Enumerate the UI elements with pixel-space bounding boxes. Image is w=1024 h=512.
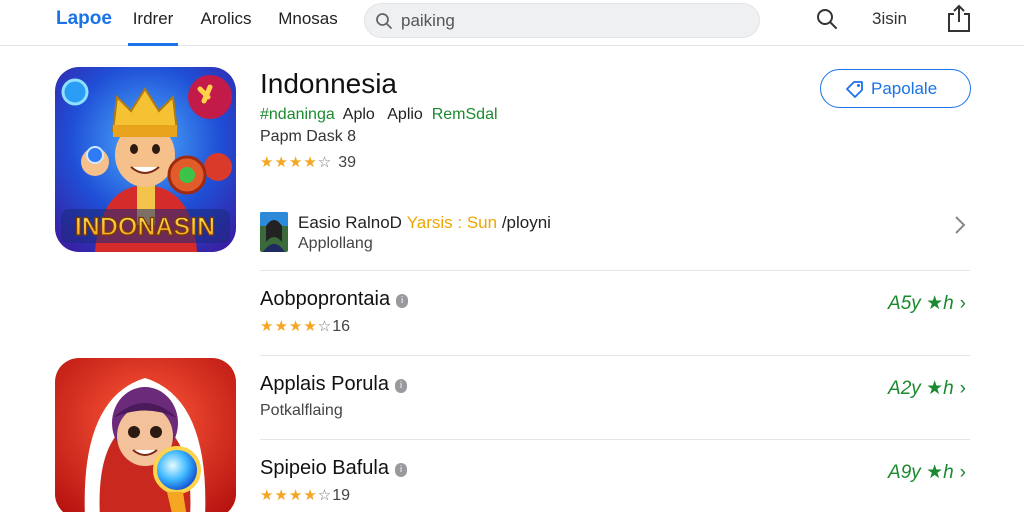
list-item-right-label[interactable]: A9y ★h › [888,461,966,484]
search-bar[interactable] [364,3,760,38]
search-icon[interactable] [815,7,839,31]
developer-highlight: Yarsis : Sun [406,213,498,232]
top-bar: Lapoe Irdrer Arolics Mnosas 3isin [0,0,1024,46]
chevron-right-icon: › [959,462,966,483]
list-item[interactable]: Spipeio Bafula i ★★★★☆19 A9y ★h › [260,457,970,512]
chevron-right-icon: › [959,378,966,399]
divider [260,355,970,356]
subtitle-text-2: Aplio [387,106,423,123]
tab-third[interactable]: Mnosas [272,9,344,46]
subtitle-tag-1[interactable]: #ndaninga [260,106,335,123]
chevron-right-icon: › [959,293,966,314]
developer-secondary: Applollang [298,235,373,252]
account-label[interactable]: 3isin [872,9,907,29]
list-item-right-label[interactable]: A5y ★h › [888,292,966,315]
tag-icon [846,81,863,98]
list-item-title: Applais Porula i [260,373,407,396]
app-developer[interactable]: Papm Dask 8 [260,128,356,146]
list-item-rating: ★★★★☆19 [260,486,351,504]
primary-action-button[interactable]: Papolale [820,69,971,108]
search-input[interactable] [401,10,741,32]
info-icon: i [394,379,407,393]
developer-name-line: Easio RalnoD Yarsis : Sun /ployni [298,213,551,233]
share-icon[interactable] [946,3,972,33]
developer-suffix: /ployni [501,213,551,232]
tab-second[interactable]: Arolics [195,9,257,46]
subtitle-tag-2[interactable]: RemSdal [432,106,498,123]
chevron-right-icon[interactable] [954,214,966,236]
list-item[interactable]: Aobpoprontaia i ★★★★☆16 A5y ★h › [260,288,970,368]
list-item-rating: ★★★★☆16 [260,317,351,335]
developer-row[interactable]: Easio RalnoD Yarsis : Sun /ployni Applol… [260,210,970,256]
app-title: Indonnesia [260,68,398,99]
divider [260,270,970,271]
brand-logo[interactable]: Lapoe [56,8,112,30]
app-subtitle: #ndaninga Aplo Aplio RemSdal [260,106,498,124]
app-icon-secondary[interactable] [55,358,236,512]
list-item[interactable]: Applais Porula i Potkalflaing A2y ★h › [260,373,970,453]
app-icon[interactable]: INDONASIN [55,67,236,252]
tab-first[interactable]: Irdrer [128,9,178,46]
list-item-subtitle: Potkalflaing [260,402,343,419]
subtitle-text-1: Aplo [342,106,375,123]
info-icon: i [396,294,409,308]
rating-count: 39 [338,154,357,171]
list-item-title: Spipeio Bafula i [260,457,407,480]
app-rating: ★★★★☆ 39 [260,153,356,172]
list-item-right-label[interactable]: A2y ★h › [888,377,966,400]
primary-action-label: Papolale [871,79,938,98]
search-icon [376,13,392,29]
divider [260,439,970,440]
developer-name: Easio RalnoD [298,213,402,232]
rating-stars: ★★★★☆ [260,153,333,171]
info-icon: i [394,463,407,477]
developer-avatar [260,212,288,252]
app-icon-text: INDONASIN [75,213,215,241]
list-item-title: Aobpoprontaia i [260,288,409,311]
